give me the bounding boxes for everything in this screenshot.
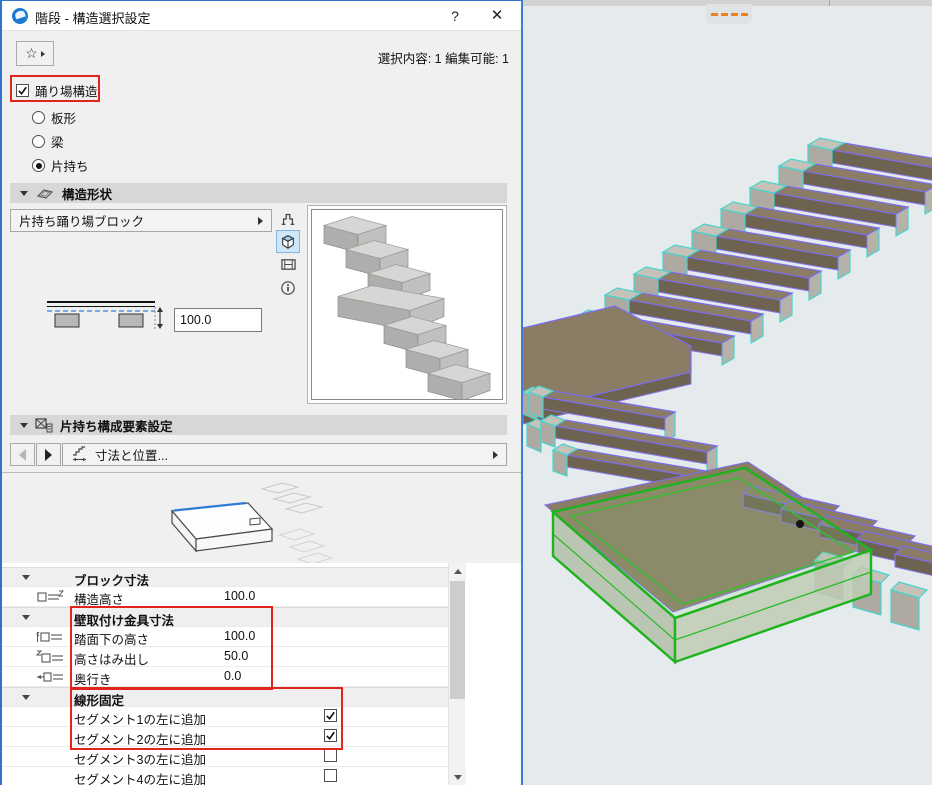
table-row-tread-under-height: 踏面下の高さ 100.0 [2, 627, 448, 647]
stair-structure-dialog: 階段 - 構造選択設定 ? ✕ ☆ 選択内容: 1 編集可能: 1 踊り場構造 … [0, 0, 521, 785]
divider [2, 472, 523, 473]
depth-icon [36, 670, 64, 684]
structure-height-input[interactable] [174, 308, 262, 332]
tread-under-height-icon [36, 630, 64, 644]
structure-preview [307, 205, 507, 404]
component-settings-icon [35, 418, 53, 433]
structure-preview-image [311, 209, 503, 400]
symbol-view-icon[interactable] [276, 207, 300, 230]
checkbox-icon [16, 84, 29, 97]
landing-structure-label: 踊り場構造 [35, 81, 98, 100]
arrow-left-icon [19, 449, 26, 461]
app-window: 階段 - 構造選択設定 ? ✕ ☆ 選択内容: 1 編集可能: 1 踊り場構造 … [0, 0, 932, 785]
collapse-triangle-icon [22, 695, 30, 700]
value-field[interactable]: 100.0 [224, 629, 255, 643]
table-scrollbar[interactable] [448, 563, 465, 785]
structure-height-icon [36, 590, 64, 604]
table-group-wall-bracket[interactable]: 壁取付け金具寸法 [2, 607, 448, 627]
triangle-down-icon [454, 775, 462, 780]
section-title: 構造形状 [62, 184, 112, 203]
section-cantilever-components[interactable]: 片持ち構成要素設定 [10, 415, 507, 435]
close-button[interactable]: ✕ [485, 6, 509, 26]
previous-component-button[interactable] [10, 443, 35, 466]
info-icon[interactable] [276, 276, 300, 299]
landing-block-diagram [112, 477, 362, 563]
table-row-segment4-left: セグメント4の左に追加 [2, 767, 448, 785]
segment3-checkbox[interactable] [324, 749, 337, 762]
component-page-label: 寸法と位置... [95, 445, 168, 464]
table-row-segment2-left: セグメント2の左に追加 [2, 727, 448, 747]
structure-shape-value: 片持ち踊り場ブロック [19, 211, 144, 230]
component-page-dropdown[interactable]: 寸法と位置... [62, 443, 507, 466]
radio-icon [32, 159, 45, 172]
table-row-segment1-left: セグメント1の左に追加 [2, 707, 448, 727]
dialog-title: 階段 - 構造選択設定 [35, 8, 151, 27]
radio-icon [32, 111, 45, 124]
chevron-right-icon [41, 51, 45, 57]
landing-structure-checkbox[interactable]: 踊り場構造 [16, 81, 98, 100]
collapse-triangle-icon [20, 191, 28, 196]
slab-shape-icon [35, 187, 55, 200]
arrow-right-icon [45, 449, 52, 461]
stair-3d-scene[interactable] [523, 0, 932, 785]
radio-beam-label: 梁 [51, 132, 64, 151]
structure-shape-dropdown[interactable]: 片持ち踊り場ブロック [10, 209, 272, 232]
table-group-linear-fixing[interactable]: 線形固定 [2, 687, 448, 707]
collapse-triangle-icon [22, 615, 30, 620]
radio-beam[interactable]: 梁 [32, 132, 64, 151]
section-title: 片持ち構成要素設定 [60, 416, 173, 435]
scroll-down-button[interactable] [449, 769, 466, 785]
value-field[interactable]: 0.0 [224, 669, 241, 683]
dialog-titlebar[interactable]: 階段 - 構造選択設定 ? ✕ [2, 1, 521, 31]
segment2-checkbox[interactable] [324, 729, 337, 742]
radio-slab-label: 板形 [51, 108, 76, 127]
dimensions-position-icon [71, 446, 89, 463]
table-row-structure-height: 構造高さ 100.0 [2, 587, 448, 607]
table-row-height-overhang: 高さはみ出し 50.0 [2, 647, 448, 667]
chevron-right-icon [258, 217, 263, 225]
value-field[interactable]: 50.0 [224, 649, 248, 663]
3d-view-icon[interactable] [276, 230, 300, 253]
value-field[interactable]: 100.0 [224, 589, 255, 603]
radio-slab[interactable]: 板形 [32, 108, 76, 127]
next-component-button[interactable] [36, 443, 61, 466]
height-overhang-icon [36, 650, 64, 664]
radio-icon [32, 135, 45, 148]
table-row-segment3-left: セグメント3の左に追加 [2, 747, 448, 767]
3d-viewport[interactable] [521, 0, 932, 785]
table-row-depth: 奥行き 0.0 [2, 667, 448, 687]
scrollbar-thumb[interactable] [450, 581, 465, 699]
collapse-triangle-icon [20, 423, 28, 428]
favorites-button[interactable]: ☆ [16, 41, 54, 66]
help-button[interactable]: ? [443, 6, 467, 26]
radio-cantilever-label: 片持ち [51, 156, 89, 175]
star-icon: ☆ [25, 45, 38, 62]
segment4-checkbox[interactable] [324, 769, 337, 782]
preview-mode-buttons [276, 207, 300, 299]
chevron-right-icon [493, 451, 498, 459]
dialog-icon [12, 8, 28, 24]
table-group-block-dimensions[interactable]: ブロック寸法 [2, 567, 448, 587]
parameter-table: ブロック寸法 構造高さ 100.0 壁取付け金具寸法 [2, 563, 523, 785]
radio-cantilever[interactable]: 片持ち [32, 156, 89, 175]
selection-status: 選択内容: 1 編集可能: 1 [378, 48, 509, 67]
collapse-triangle-icon [22, 575, 30, 580]
section-structure-shape[interactable]: 構造形状 [10, 183, 507, 203]
segment1-checkbox[interactable] [324, 709, 337, 722]
structure-height-pictogram [47, 299, 167, 333]
preview-film-icon[interactable] [276, 253, 300, 276]
scroll-up-button[interactable] [449, 563, 466, 580]
triangle-up-icon [454, 569, 462, 574]
